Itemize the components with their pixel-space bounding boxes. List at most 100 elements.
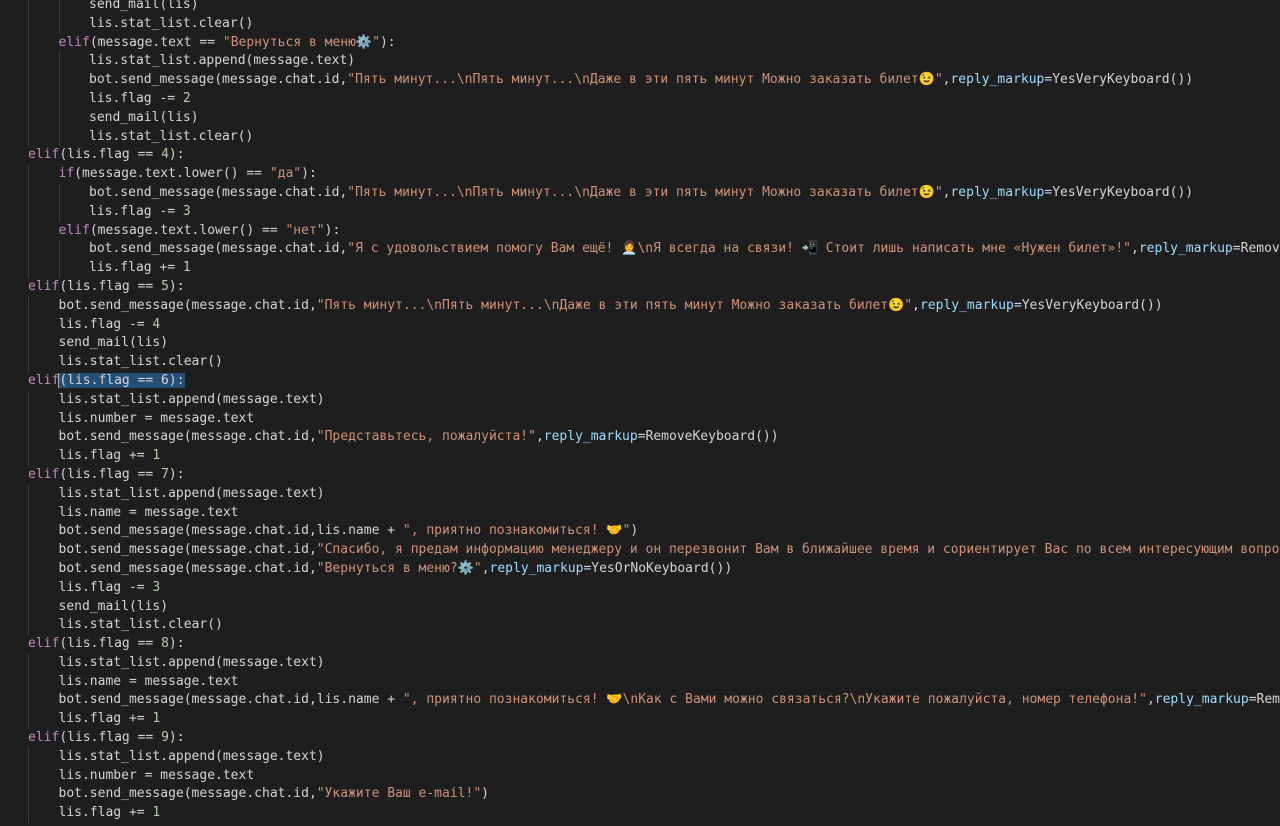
code-line[interactable]: elif(lis.flag == 8): [0,635,1280,654]
code-line[interactable]: if(message.text.lower() == "да"): [0,165,1280,184]
code-line[interactable]: bot.send_message(message.chat.id,"Пять м… [0,184,1280,203]
code-token: (lis.flag == 6): [59,373,184,388]
code-text: lis.number = message.text [59,767,255,786]
code-line[interactable]: lis.stat_list.clear() [0,128,1280,147]
code-line[interactable]: bot.send_message(message.chat.id,"Укажит… [0,785,1280,804]
code-line[interactable]: lis.flag += 1 [0,447,1280,466]
code-line[interactable]: send_mail(lis) [0,109,1280,128]
indent-guide [28,541,29,560]
code-text: lis.stat_list.append(message.text) [89,52,355,71]
code-token: =RemoveKeyboard()) [1249,692,1280,707]
code-line[interactable]: bot.send_message(message.chat.id,"Предст… [0,428,1280,447]
code-line[interactable]: lis.stat_list.append(message.text) [0,485,1280,504]
code-line[interactable]: lis.number = message.text [0,410,1280,429]
code-line[interactable]: bot.send_message(message.chat.id,"Пять м… [0,71,1280,90]
code-line[interactable]: elif(lis.flag == 4): [0,146,1280,165]
code-line[interactable]: lis.name = message.text [0,673,1280,692]
code-token: 1 [152,448,160,463]
code-line[interactable]: lis.flag += 1 [0,804,1280,823]
indent-guide [28,240,29,259]
code-text: lis.flag -= 4 [59,316,161,335]
code-token: bot.send_message(message.chat.id, [89,185,347,200]
code-token: 5 [161,279,169,294]
indent-guide [28,691,29,710]
code-text: elif(lis.flag == 5): [28,278,185,297]
indent-guide [59,128,60,147]
code-token: (message.text == [90,35,223,50]
code-token: "Вернуться в меню⚙️" [223,35,380,50]
code-text: bot.send_message(message.chat.id,"Пять м… [89,184,1193,203]
code-line[interactable]: lis.number = message.text [0,767,1280,786]
code-line[interactable]: bot.send_message(message.chat.id,"Спасиб… [0,541,1280,560]
code-line[interactable]: send_mail(lis) [0,0,1280,15]
code-line[interactable]: send_mail(lis) [0,598,1280,617]
indent-guide [28,485,29,504]
code-line[interactable]: elif(message.text == "Вернуться в меню⚙️… [0,34,1280,53]
code-line[interactable]: lis.stat_list.clear() [0,616,1280,635]
code-token: ", приятно познакомиться! 🤝" [403,523,631,538]
indent-guide [28,428,29,447]
indent-guide [28,785,29,804]
code-line[interactable]: bot.send_message(message.chat.id,lis.nam… [0,691,1280,710]
code-token: , [912,298,920,313]
indent-guide [59,52,60,71]
code-line[interactable]: lis.flag -= 4 [0,316,1280,335]
code-line[interactable]: lis.flag -= 2 [0,90,1280,109]
code-token: bot.send_message(message.chat.id,lis.nam… [59,523,403,538]
indent-guide [59,184,60,203]
code-token: (lis.flag == [59,730,161,745]
indent-guide [28,34,29,53]
code-text: elif(message.text == "Вернуться в меню⚙️… [59,34,396,53]
code-token: , [482,561,490,576]
indent-guide [28,654,29,673]
code-token: 9 [161,730,169,745]
code-token: "Спасибо, я предам информацию менеджеру … [317,542,1280,557]
code-text: elif(lis.flag == 4): [28,146,185,165]
code-line[interactable]: bot.send_message(message.chat.id,"Пять м… [0,297,1280,316]
indent-guide [28,316,29,335]
code-token: send_mail(lis) [59,335,169,350]
indent-guide [28,504,29,523]
code-line[interactable]: lis.flag -= 3 [0,203,1280,222]
code-text: send_mail(lis) [89,0,199,15]
code-line[interactable]: lis.flag -= 3 [0,579,1280,598]
code-line[interactable]: lis.flag += 1 [0,710,1280,729]
code-line[interactable]: lis.name = message.text [0,504,1280,523]
code-token: elif [28,147,59,162]
indent-guide [28,203,29,222]
code-line[interactable]: elif(lis.flag == 9): [0,729,1280,748]
code-line[interactable]: lis.stat_list.append(message.text) [0,748,1280,767]
code-line[interactable]: bot.send_message(message.chat.id,"Вернут… [0,560,1280,579]
indent-guide [28,598,29,617]
code-line[interactable]: elif(lis.flag == 5): [0,278,1280,297]
code-line[interactable]: elif(message.text.lower() == "нет"): [0,222,1280,241]
code-line[interactable]: bot.send_message(message.chat.id,lis.nam… [0,522,1280,541]
code-token: send_mail(lis) [89,110,199,125]
indent-guide [28,165,29,184]
code-line[interactable]: lis.stat_list.append(message.text) [0,52,1280,71]
indent-guide [28,0,29,15]
code-token: elif [28,730,59,745]
code-text: bot.send_message(message.chat.id,"Пять м… [59,297,1163,316]
code-token: 1 [152,805,160,820]
indent-guide [28,673,29,692]
indent-guide [28,353,29,372]
code-text: bot.send_message(message.chat.id,"Я с уд… [89,240,1280,259]
code-line[interactable]: lis.stat_list.append(message.text) [0,391,1280,410]
code-line[interactable]: elif(lis.flag == 7): [0,466,1280,485]
code-line[interactable]: lis.stat_list.clear() [0,15,1280,34]
code-line[interactable]: lis.flag += 1 [0,259,1280,278]
code-line[interactable]: elif(lis.flag == 6): [0,372,1280,391]
indent-guide [28,579,29,598]
code-line[interactable]: lis.stat_list.append(message.text) [0,654,1280,673]
code-token: , [1147,692,1155,707]
code-editor[interactable]: send_mail(lis)lis.stat_list.clear()elif(… [0,0,1280,826]
indent-guide [28,184,29,203]
code-text: lis.stat_list.append(message.text) [59,748,325,767]
code-line[interactable]: send_mail(lis) [0,334,1280,353]
code-line[interactable]: bot.send_message(message.chat.id,"Я с уд… [0,240,1280,259]
code-token: reply_markup [490,561,584,576]
code-token: bot.send_message(message.chat.id, [89,72,347,87]
code-token: lis.stat_list.clear() [59,354,223,369]
code-line[interactable]: lis.stat_list.clear() [0,353,1280,372]
